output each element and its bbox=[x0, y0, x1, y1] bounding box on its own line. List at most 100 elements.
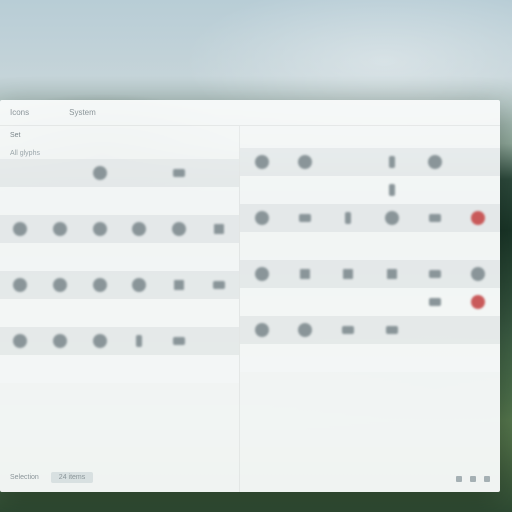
grid-icon bbox=[298, 267, 312, 281]
bar-icon-cell[interactable] bbox=[413, 288, 456, 316]
bar-icon-cell[interactable] bbox=[413, 260, 456, 288]
empty-cell bbox=[199, 187, 239, 215]
empty-cell bbox=[119, 187, 159, 215]
bar-icon bbox=[428, 211, 442, 225]
window-header: Icons System bbox=[0, 100, 500, 126]
bar-icon-cell[interactable] bbox=[159, 327, 199, 355]
round-icon-cell[interactable] bbox=[240, 148, 283, 176]
bar-icon-cell[interactable] bbox=[370, 316, 413, 344]
round-icon-cell[interactable] bbox=[40, 215, 80, 243]
empty-cell bbox=[40, 299, 80, 327]
window-title: Icons bbox=[10, 108, 29, 117]
circle-icon-cell[interactable] bbox=[80, 159, 120, 187]
red-icon-cell[interactable] bbox=[457, 204, 500, 232]
bar-icon bbox=[298, 211, 312, 225]
empty-cell bbox=[199, 327, 239, 355]
grid-icon-cell[interactable] bbox=[159, 271, 199, 299]
empty-cell bbox=[413, 316, 456, 344]
grid-icon-cell[interactable] bbox=[370, 260, 413, 288]
grid-icon bbox=[385, 267, 399, 281]
round-icon bbox=[298, 155, 312, 169]
empty-cell bbox=[199, 159, 239, 187]
round-icon-cell[interactable] bbox=[457, 260, 500, 288]
round-icon-cell[interactable] bbox=[283, 148, 326, 176]
round-icon-cell[interactable] bbox=[159, 215, 199, 243]
empty-cell bbox=[80, 299, 120, 327]
bar-icon-cell[interactable] bbox=[413, 204, 456, 232]
round-icon-cell[interactable] bbox=[240, 260, 283, 288]
empty-cell bbox=[80, 243, 120, 271]
round-icon bbox=[172, 222, 186, 236]
grid-icon bbox=[172, 278, 186, 292]
empty-cell bbox=[457, 148, 500, 176]
grid-icon bbox=[212, 222, 226, 236]
bar-icon bbox=[172, 166, 186, 180]
empty-cell bbox=[119, 159, 159, 187]
empty-cell bbox=[40, 243, 80, 271]
tall-icon-cell[interactable] bbox=[327, 204, 370, 232]
grid-icon-cell[interactable] bbox=[199, 215, 239, 243]
empty-cell bbox=[370, 288, 413, 316]
empty-cell bbox=[240, 176, 283, 204]
round-icon-cell[interactable] bbox=[413, 148, 456, 176]
round-icon bbox=[471, 267, 485, 281]
empty-cell bbox=[159, 299, 199, 327]
round-icon bbox=[93, 334, 107, 348]
round-icon-cell[interactable] bbox=[80, 215, 120, 243]
window-category: System bbox=[69, 108, 96, 117]
round-icon-cell[interactable] bbox=[240, 204, 283, 232]
window-body: Set All glyphs Selection 24 items bbox=[0, 126, 500, 492]
round-icon-cell[interactable] bbox=[240, 316, 283, 344]
tall-icon-cell[interactable] bbox=[370, 176, 413, 204]
round-icon-cell[interactable] bbox=[80, 271, 120, 299]
empty-cell bbox=[283, 288, 326, 316]
round-icon bbox=[298, 323, 312, 337]
round-icon-cell[interactable] bbox=[40, 327, 80, 355]
left-icon-grid bbox=[0, 159, 239, 462]
left-subheading: All glyphs bbox=[0, 148, 239, 159]
bar-icon-cell[interactable] bbox=[159, 159, 199, 187]
empty-cell bbox=[40, 159, 80, 187]
round-icon-cell[interactable] bbox=[119, 215, 159, 243]
footer-label: Selection bbox=[10, 474, 39, 481]
empty-cell bbox=[413, 344, 456, 372]
right-icon-grid bbox=[240, 148, 500, 466]
round-icon-cell[interactable] bbox=[283, 316, 326, 344]
empty-cell bbox=[413, 176, 456, 204]
empty-cell bbox=[80, 355, 120, 383]
tall-icon-cell[interactable] bbox=[370, 148, 413, 176]
empty-cell bbox=[199, 243, 239, 271]
round-icon-cell[interactable] bbox=[0, 215, 40, 243]
round-icon bbox=[255, 211, 269, 225]
right-heading bbox=[240, 126, 500, 148]
empty-cell bbox=[119, 355, 159, 383]
pager-dot-icon[interactable] bbox=[484, 476, 490, 482]
empty-cell bbox=[327, 148, 370, 176]
empty-cell bbox=[240, 344, 283, 372]
empty-cell bbox=[80, 187, 120, 215]
round-icon-cell[interactable] bbox=[0, 271, 40, 299]
pager-dot-icon[interactable] bbox=[470, 476, 476, 482]
empty-cell bbox=[40, 187, 80, 215]
grid-icon-cell[interactable] bbox=[327, 260, 370, 288]
grid-icon-cell[interactable] bbox=[283, 260, 326, 288]
round-icon-cell[interactable] bbox=[0, 327, 40, 355]
empty-cell bbox=[283, 344, 326, 372]
round-icon-cell[interactable] bbox=[40, 271, 80, 299]
bar-icon-cell[interactable] bbox=[283, 204, 326, 232]
round-icon bbox=[132, 278, 146, 292]
round-icon-cell[interactable] bbox=[370, 204, 413, 232]
round-icon bbox=[13, 222, 27, 236]
bar-icon-cell[interactable] bbox=[199, 271, 239, 299]
empty-cell bbox=[327, 176, 370, 204]
tall-icon-cell[interactable] bbox=[119, 327, 159, 355]
empty-cell bbox=[0, 187, 40, 215]
empty-cell bbox=[119, 299, 159, 327]
round-icon-cell[interactable] bbox=[80, 327, 120, 355]
red-icon-cell[interactable] bbox=[457, 288, 500, 316]
empty-cell bbox=[457, 316, 500, 344]
empty-cell bbox=[159, 243, 199, 271]
round-icon-cell[interactable] bbox=[119, 271, 159, 299]
bar-icon-cell[interactable] bbox=[327, 316, 370, 344]
pager-dot-icon[interactable] bbox=[456, 476, 462, 482]
